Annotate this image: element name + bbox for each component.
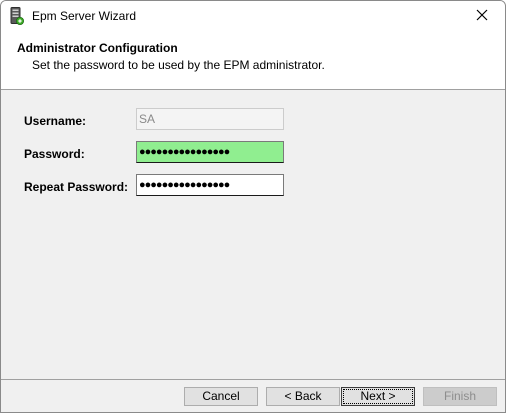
wizard-window: Epm Server Wizard Administrator Configur…: [0, 0, 506, 413]
window-title: Epm Server Wizard: [32, 9, 137, 23]
back-button[interactable]: < Back: [266, 387, 340, 406]
page-subtitle: Set the password to be used by the EPM a…: [32, 58, 325, 72]
cancel-button[interactable]: Cancel: [184, 387, 258, 406]
password-label: Password:: [24, 147, 85, 161]
password-field[interactable]: ●●●●●●●●●●●●●●●●: [136, 141, 284, 163]
close-button[interactable]: [459, 1, 505, 32]
username-label: Username:: [24, 114, 87, 128]
next-button[interactable]: Next >: [341, 387, 415, 406]
page-header: Administrator Configuration Set the pass…: [1, 32, 505, 90]
repeat-password-field[interactable]: ●●●●●●●●●●●●●●●●: [136, 174, 284, 196]
close-icon: [476, 8, 488, 26]
server-wizard-icon: [10, 7, 24, 26]
username-field: SA: [136, 108, 284, 130]
title-bar: Epm Server Wizard: [1, 1, 505, 32]
footer-divider: [1, 379, 505, 380]
finish-button: Finish: [423, 387, 497, 406]
page-title: Administrator Configuration: [17, 41, 178, 55]
repeat-password-label: Repeat Password:: [24, 180, 129, 194]
